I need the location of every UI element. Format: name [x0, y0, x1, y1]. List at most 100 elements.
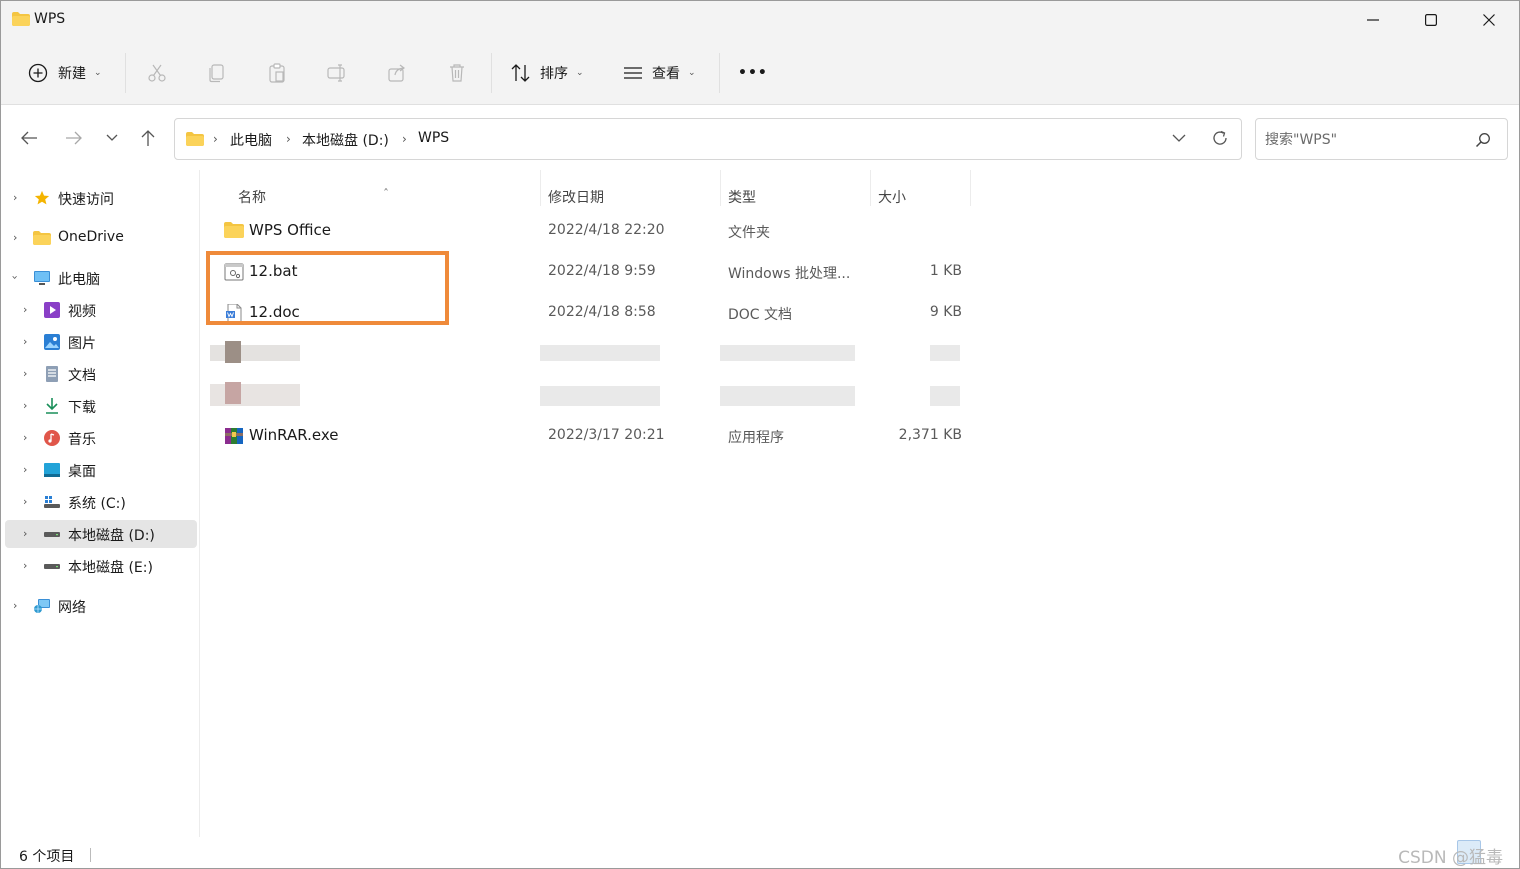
file-modified: 2022/3/17 20:21: [548, 427, 665, 443]
breadcrumb-wps[interactable]: WPS: [418, 130, 449, 146]
sidebar-item-music[interactable]: › 音乐: [5, 424, 197, 452]
chevron-right-icon[interactable]: ›: [23, 399, 27, 412]
sidebar-item-this-pc[interactable]: › 此电脑: [5, 264, 197, 292]
chevron-right-icon[interactable]: ›: [23, 335, 27, 348]
item-count: 6 个项目: [19, 849, 75, 865]
batch-file-icon: [224, 263, 244, 281]
more-options-button[interactable]: •••: [738, 55, 768, 91]
address-history-dropdown[interactable]: [1172, 131, 1186, 149]
sidebar-item-label: 音乐: [68, 432, 96, 448]
breadcrumb-drive-d[interactable]: 本地磁盘 (D:): [302, 130, 389, 150]
file-row-winrar[interactable]: WinRAR.exe 2022/3/17 20:21 应用程序 2,371 KB: [210, 417, 980, 453]
recent-locations-button[interactable]: [100, 126, 124, 150]
winrar-icon: [225, 428, 243, 444]
column-header-size[interactable]: 大小: [871, 180, 971, 210]
file-row-redacted[interactable]: [210, 376, 980, 412]
view-label: 查看: [652, 66, 680, 82]
column-header-type[interactable]: 类型: [721, 180, 871, 210]
chevron-right-icon[interactable]: ›: [23, 303, 27, 316]
sidebar-item-onedrive[interactable]: › OneDrive: [5, 224, 197, 252]
sort-button[interactable]: 排序 ⌄: [510, 55, 584, 91]
forward-button[interactable]: [62, 126, 86, 150]
sidebar-item-label: 网络: [58, 600, 86, 616]
rename-button[interactable]: [327, 55, 349, 91]
search-input[interactable]: [1265, 129, 1465, 151]
sidebar-item-drive-e[interactable]: › 本地磁盘 (E:): [5, 552, 197, 580]
file-name: 12.doc: [249, 303, 300, 321]
file-size: 2,371 KB: [898, 427, 962, 443]
sidebar-item-drive-c[interactable]: › 系统 (C:): [5, 488, 197, 516]
delete-button[interactable]: [447, 55, 467, 91]
arrow-right-icon: [66, 131, 82, 145]
chevron-right-icon[interactable]: ›: [23, 495, 27, 508]
close-icon: [1483, 14, 1495, 26]
minimize-button[interactable]: [1344, 1, 1402, 39]
title-bar[interactable]: WPS: [1, 1, 1519, 41]
chevron-right-icon[interactable]: ›: [13, 191, 17, 204]
column-header-label: 大小: [878, 190, 906, 206]
chevron-right-icon[interactable]: ›: [23, 367, 27, 380]
close-button[interactable]: [1460, 1, 1518, 39]
paste-button[interactable]: [267, 55, 287, 91]
navigation-pane: › 快速访问 › OneDrive › 此电脑 › 视频 › 图片 › 文档 ›…: [1, 170, 199, 837]
new-button[interactable]: 新建 ⌄: [28, 55, 102, 91]
file-row-wps-office[interactable]: WPS Office 2022/4/18 22:20 文件夹: [210, 212, 980, 248]
column-header-label: 修改日期: [548, 190, 604, 206]
drive-c-icon: [44, 496, 60, 508]
chevron-right-icon[interactable]: ›: [13, 231, 17, 244]
sidebar-item-label: 文档: [68, 368, 96, 384]
chevron-right-icon[interactable]: ›: [23, 527, 27, 540]
file-row-redacted[interactable]: [210, 335, 980, 371]
breadcrumb-chevron-icon: ›: [213, 132, 218, 146]
chevron-right-icon[interactable]: ›: [23, 559, 27, 572]
view-list-icon: [624, 67, 642, 79]
sidebar-item-desktop[interactable]: › 桌面: [5, 456, 197, 484]
refresh-button[interactable]: [1211, 129, 1229, 151]
sidebar-item-label: 下载: [68, 400, 96, 416]
command-bar: 新建 ⌄ 排序 ⌄ 查看 ⌄ •••: [1, 41, 1519, 105]
address-bar[interactable]: › 此电脑 › 本地磁盘 (D:) › WPS: [174, 118, 1242, 160]
file-row-12-doc[interactable]: 12.doc 2022/4/18 8:58 DOC 文档 9 KB: [210, 294, 980, 330]
sidebar-item-quick-access[interactable]: › 快速访问: [5, 184, 197, 212]
sidebar-item-documents[interactable]: › 文档: [5, 360, 197, 388]
folder-icon: [186, 132, 204, 150]
column-header-label: 名称: [238, 190, 266, 206]
chevron-right-icon[interactable]: ›: [13, 599, 17, 612]
redacted-size: [930, 345, 960, 361]
redacted-type: [720, 386, 855, 406]
search-icon[interactable]: [1475, 132, 1491, 152]
sort-icon: [511, 64, 530, 82]
sidebar-item-videos[interactable]: › 视频: [5, 296, 197, 324]
up-button[interactable]: [136, 126, 160, 150]
chevron-right-icon[interactable]: ›: [23, 431, 27, 444]
navigation-row: › 此电脑 › 本地磁盘 (D:) › WPS: [1, 106, 1519, 170]
cut-button[interactable]: [147, 55, 167, 91]
sidebar-item-drive-d[interactable]: › 本地磁盘 (D:): [5, 520, 197, 548]
back-button[interactable]: [17, 126, 41, 150]
share-button[interactable]: [387, 55, 407, 91]
copy-button[interactable]: [207, 55, 227, 91]
file-name: WinRAR.exe: [249, 426, 339, 444]
sidebar-item-downloads[interactable]: › 下载: [5, 392, 197, 420]
column-divider[interactable]: [970, 170, 971, 206]
column-header-modified[interactable]: 修改日期: [541, 180, 721, 210]
chevron-down-icon: ⌄: [576, 68, 584, 78]
file-row-12-bat[interactable]: 12.bat 2022/4/18 9:59 Windows 批处理... 1 K…: [210, 253, 980, 289]
view-button[interactable]: 查看 ⌄: [622, 55, 696, 91]
breadcrumb-this-pc[interactable]: 此电脑: [230, 130, 272, 150]
sort-ascending-icon: ˆ: [383, 187, 389, 201]
breadcrumb-chevron-icon: ›: [286, 132, 291, 146]
chevron-down-icon[interactable]: ›: [9, 275, 22, 279]
maximize-button[interactable]: [1402, 1, 1460, 39]
redacted-name: [210, 345, 300, 361]
file-size: 1 KB: [929, 263, 962, 279]
arrow-up-icon: [141, 130, 155, 146]
scissors-icon: [148, 64, 166, 82]
chevron-right-icon[interactable]: ›: [23, 463, 27, 476]
sidebar-item-pictures[interactable]: › 图片: [5, 328, 197, 356]
sidebar-item-network[interactable]: › 网络: [5, 592, 197, 620]
column-header-label: 类型: [728, 190, 756, 206]
column-header-name[interactable]: 名称 ˆ: [200, 180, 540, 210]
search-box[interactable]: [1255, 118, 1508, 160]
share-icon: [388, 64, 405, 82]
